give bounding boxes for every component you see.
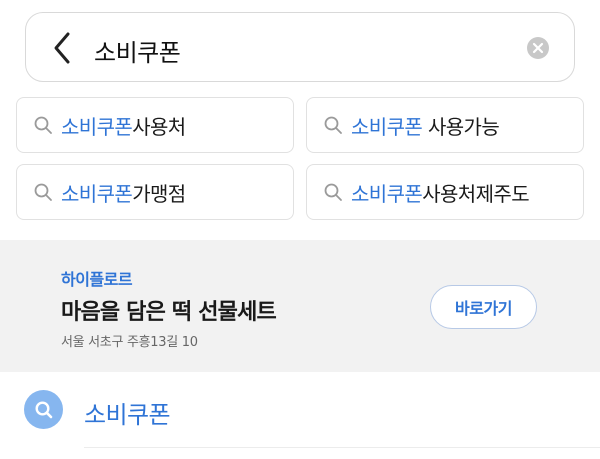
ad-title[interactable]: 마음을 담은 떡 선물세트	[61, 294, 277, 326]
suggestion-rest: 가맹점	[132, 181, 186, 206]
search-input[interactable]: 소비쿠폰	[94, 33, 181, 68]
ad-address: 서울 서초구 주흥13길 10	[61, 335, 198, 350]
suggestion-text: 소비쿠폰사용처제주도	[351, 178, 530, 207]
search-icon	[324, 116, 342, 134]
suggestion-highlight: 소비쿠폰	[61, 181, 133, 206]
search-result-label: 소비쿠폰	[84, 401, 171, 429]
suggestion-rest: 사용가능	[422, 114, 500, 139]
suggestion-rest: 사용처	[132, 114, 186, 139]
search-result-item[interactable]: 소비쿠폰	[0, 373, 600, 453]
search-icon	[24, 390, 63, 429]
suggestion-highlight: 소비쿠폰	[61, 114, 133, 139]
chevron-left-icon[interactable]	[48, 30, 78, 66]
ad-brand: 하이플로르	[61, 270, 133, 289]
search-bar[interactable]: 소비쿠폰	[25, 12, 575, 82]
search-icon	[324, 183, 342, 201]
go-button[interactable]: 바로가기	[430, 285, 537, 329]
suggestion-text: 소비쿠폰 사용가능	[351, 111, 500, 140]
search-icon	[34, 183, 52, 201]
suggestion-chip[interactable]: 소비쿠폰 사용가능	[306, 97, 584, 153]
suggestion-chip[interactable]: 소비쿠폰가맹점	[16, 164, 294, 220]
suggestion-text: 소비쿠폰가맹점	[61, 178, 186, 207]
suggestion-highlight: 소비쿠폰	[351, 114, 423, 139]
suggestion-text: 소비쿠폰사용처	[61, 111, 186, 140]
suggestion-highlight: 소비쿠폰	[351, 181, 423, 206]
suggestion-chip[interactable]: 소비쿠폰사용처	[16, 97, 294, 153]
clear-circle-icon[interactable]	[526, 36, 550, 60]
search-icon	[34, 116, 52, 134]
divider	[84, 447, 600, 448]
suggestion-rest: 사용처제주도	[422, 181, 530, 206]
suggestion-chip[interactable]: 소비쿠폰사용처제주도	[306, 164, 584, 220]
